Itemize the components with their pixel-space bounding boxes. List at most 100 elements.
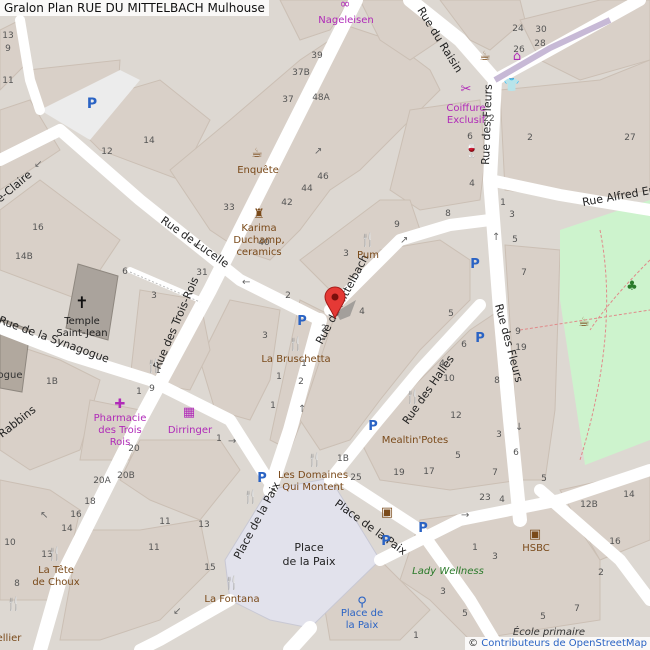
- parking-icon[interactable]: P: [381, 534, 391, 549]
- house-number: ↗: [314, 146, 322, 157]
- parking-icon[interactable]: P: [368, 419, 378, 434]
- poi-label-domaines-line2[interactable]: Qui Montent: [282, 482, 344, 493]
- house-number: 4: [359, 307, 365, 317]
- house-number: 3: [262, 331, 268, 341]
- bank-note-icon[interactable]: ▣: [381, 505, 393, 520]
- house-number: 25: [350, 473, 361, 483]
- house-number: 16: [32, 223, 44, 233]
- bank-icon[interactable]: ▣: [529, 527, 541, 542]
- wine-shop-icon[interactable]: 🍷: [464, 143, 480, 159]
- hairdresser-icon[interactable]: ✂: [461, 82, 472, 97]
- house-number: 13: [198, 520, 209, 530]
- restaurant-icon[interactable]: 🍴: [146, 358, 162, 374]
- poi-label-karima-line3[interactable]: ceramics: [236, 247, 281, 258]
- poi-label-mealtin[interactable]: Mealtin'Potes: [382, 435, 449, 446]
- house-number: ↓: [515, 422, 523, 433]
- restaurant-icon[interactable]: 🍴: [360, 232, 376, 248]
- restaurant-icon[interactable]: 🍴: [288, 336, 304, 352]
- poi-label-tete-line2[interactable]: de Choux: [32, 577, 79, 588]
- house-number: 3: [492, 552, 498, 562]
- house-number: 30: [535, 25, 547, 35]
- confectionery-icon[interactable]: ▦: [183, 405, 195, 420]
- house-number: 8: [445, 209, 451, 219]
- poi-label-bruschetta[interactable]: La Bruschetta: [261, 354, 330, 365]
- poi-label-velo-line2[interactable]: la Paix: [346, 620, 379, 631]
- parking-icon[interactable]: P: [475, 331, 485, 346]
- house-number: 28: [534, 39, 546, 49]
- artwork-icon[interactable]: ♜: [253, 207, 265, 222]
- restaurant-icon[interactable]: 🍴: [47, 546, 63, 562]
- parking-icon[interactable]: P: [257, 471, 267, 486]
- poi-label-tete-line1[interactable]: La Tête: [38, 564, 74, 576]
- shopping-basket-icon[interactable]: ⌂: [513, 49, 521, 64]
- restaurant-icon[interactable]: 🍴: [6, 596, 22, 612]
- house-number: →: [461, 510, 469, 521]
- parking-icon[interactable]: P: [87, 96, 97, 112]
- poi-label-coiffure-line1[interactable]: Coiffure: [446, 103, 485, 114]
- poi-label-pharmacie-line3[interactable]: Rois: [110, 437, 131, 448]
- house-number: 2: [285, 291, 291, 301]
- poi-label-sellier[interactable]: ellier: [0, 633, 22, 644]
- glasses-icon[interactable]: ∞: [340, 0, 351, 12]
- house-number: 3: [496, 430, 502, 440]
- cafe-icon[interactable]: ☕: [578, 315, 590, 330]
- restaurant-icon[interactable]: 🍴: [243, 489, 259, 505]
- house-number: →: [228, 436, 236, 447]
- poi-label-synagogue-fragment[interactable]: ogue: [0, 370, 22, 381]
- attribution-link[interactable]: Contributeurs de OpenStreetMap: [481, 638, 647, 649]
- house-number: 16: [609, 537, 621, 547]
- poi-label-domaines-line1[interactable]: Les Domaines: [278, 470, 348, 481]
- house-number: 33: [223, 203, 234, 213]
- house-number: 19: [515, 343, 527, 353]
- house-number: 14: [143, 136, 155, 146]
- poi-label-lady-wellness[interactable]: Lady Wellness: [412, 566, 484, 577]
- house-number: 3: [343, 249, 349, 259]
- parking-icon[interactable]: P: [418, 521, 428, 536]
- house-number: 8: [494, 376, 500, 386]
- poi-label-fontana[interactable]: La Fontana: [204, 594, 259, 605]
- poi-label-velo-line1[interactable]: Place de: [341, 608, 383, 619]
- playground-icon[interactable]: ♣: [626, 279, 638, 294]
- house-number: 1B: [337, 454, 349, 464]
- poi-label-karima-line1[interactable]: Karima: [241, 223, 276, 234]
- house-number: 37: [282, 95, 293, 105]
- house-number: 6: [513, 448, 519, 458]
- poi-label-coiffure-line2[interactable]: Exclusif: [447, 115, 486, 126]
- house-number: ↙: [34, 159, 42, 170]
- house-number: 10: [443, 374, 455, 384]
- restaurant-icon[interactable]: 🍴: [307, 452, 323, 468]
- map-canvas[interactable]: ↗ ← ← ↙ ↗ ↑ ↓ ↑ ↗ ↙ → ↖ → Rue de Lucelle…: [0, 0, 650, 650]
- cafe-icon[interactable]: ☕: [479, 49, 491, 64]
- clothes-icon[interactable]: 👕: [504, 78, 520, 93]
- house-number: 16: [70, 510, 82, 520]
- poi-label-hsbc[interactable]: HSBC: [522, 543, 550, 554]
- poi-label-pharmacie-line2[interactable]: des Trois: [98, 425, 142, 436]
- house-number: 6: [122, 267, 128, 277]
- cafe-icon[interactable]: ☕: [251, 146, 263, 161]
- parking-icon[interactable]: P: [297, 314, 307, 329]
- house-number: 14: [61, 524, 73, 534]
- poi-label-enquete[interactable]: Enquête: [237, 164, 279, 176]
- poi-label-dirringer[interactable]: Dirringer: [168, 425, 213, 436]
- house-number: ←: [242, 277, 250, 288]
- poi-label-pharmacie-line1[interactable]: Pharmacie: [94, 413, 147, 424]
- house-number: 19: [393, 468, 405, 478]
- parking-icon[interactable]: P: [470, 257, 480, 272]
- house-number: 1: [270, 401, 276, 411]
- house-number: 2: [527, 133, 533, 143]
- map-view[interactable]: ↗ ← ← ↙ ↗ ↑ ↓ ↑ ↗ ↙ → ↖ → Rue de Lucelle…: [0, 0, 650, 650]
- house-number: 6: [461, 340, 467, 350]
- house-number: 2: [598, 568, 604, 578]
- poi-label-karima-line2[interactable]: Duchamp,: [233, 235, 284, 246]
- house-number: 3: [440, 587, 446, 597]
- house-number: 4: [439, 359, 445, 369]
- poi-label-pum[interactable]: Pum: [357, 250, 379, 261]
- restaurant-icon[interactable]: 🍴: [224, 575, 240, 591]
- restaurant-icon[interactable]: 🍴: [405, 389, 421, 405]
- pharmacy-icon[interactable]: ✚: [115, 397, 126, 412]
- house-number: 20B: [117, 471, 135, 481]
- house-number: 4: [469, 179, 475, 189]
- house-number: 44: [301, 184, 313, 194]
- poi-label-nageleisen[interactable]: Nageleisen: [318, 15, 374, 26]
- house-number: 3: [509, 210, 515, 220]
